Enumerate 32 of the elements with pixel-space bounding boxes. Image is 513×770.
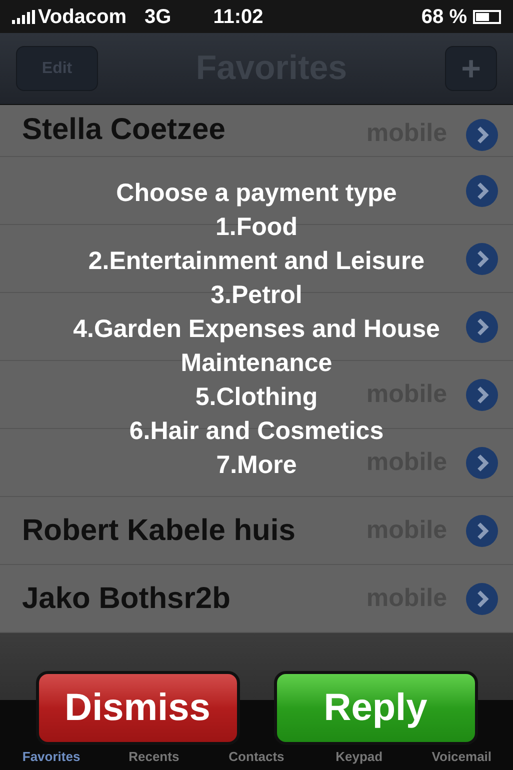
detail-disclosure-icon[interactable]	[465, 242, 499, 276]
detail-disclosure-icon[interactable]	[465, 118, 499, 152]
contact-name: Jako Bothsr2b	[22, 581, 230, 617]
contact-name: Robert Kabele huis	[22, 513, 296, 549]
clock: 11:02	[213, 4, 264, 30]
detail-disclosure-icon[interactable]	[465, 446, 499, 480]
detail-disclosure-icon[interactable]	[465, 582, 499, 616]
alert-message-line: 1.Food	[216, 212, 298, 243]
alert-message-line: 5.Clothing	[195, 382, 318, 413]
detail-disclosure-icon[interactable]	[465, 514, 499, 548]
tab-item[interactable]: Recents	[102, 746, 206, 766]
carrier-name: Vodacom	[38, 4, 127, 30]
alert-message-line: 6.Hair and Cosmetics	[129, 416, 384, 447]
contact-name: Stella Coetzee	[22, 112, 226, 148]
reply-button[interactable]: Reply	[274, 671, 478, 745]
tab-item[interactable]: Voicemail	[410, 746, 513, 766]
tab-item[interactable]: Keypad	[308, 746, 410, 766]
detail-disclosure-icon[interactable]	[465, 174, 499, 208]
tab-item[interactable]: Favorites	[0, 746, 103, 766]
alert-message-line: Choose a payment type	[116, 178, 397, 209]
alert-message-line: 4.Garden Expenses and House Maintenance	[72, 314, 441, 379]
detail-disclosure-icon[interactable]	[465, 310, 499, 344]
alert-message-line: 7.More	[216, 450, 297, 481]
battery-icon	[473, 10, 501, 24]
detail-disclosure-icon[interactable]	[465, 378, 499, 412]
battery-percent: 68 %	[421, 4, 467, 30]
tab-item[interactable]: Contacts	[205, 746, 308, 766]
dismiss-button[interactable]: Dismiss	[36, 671, 240, 745]
alert-message-line: 3.Petrol	[210, 280, 302, 311]
signal-icon	[12, 10, 35, 24]
network-type: 3G	[144, 4, 172, 30]
alert-message-line: 2.Entertainment and Leisure	[88, 246, 425, 277]
